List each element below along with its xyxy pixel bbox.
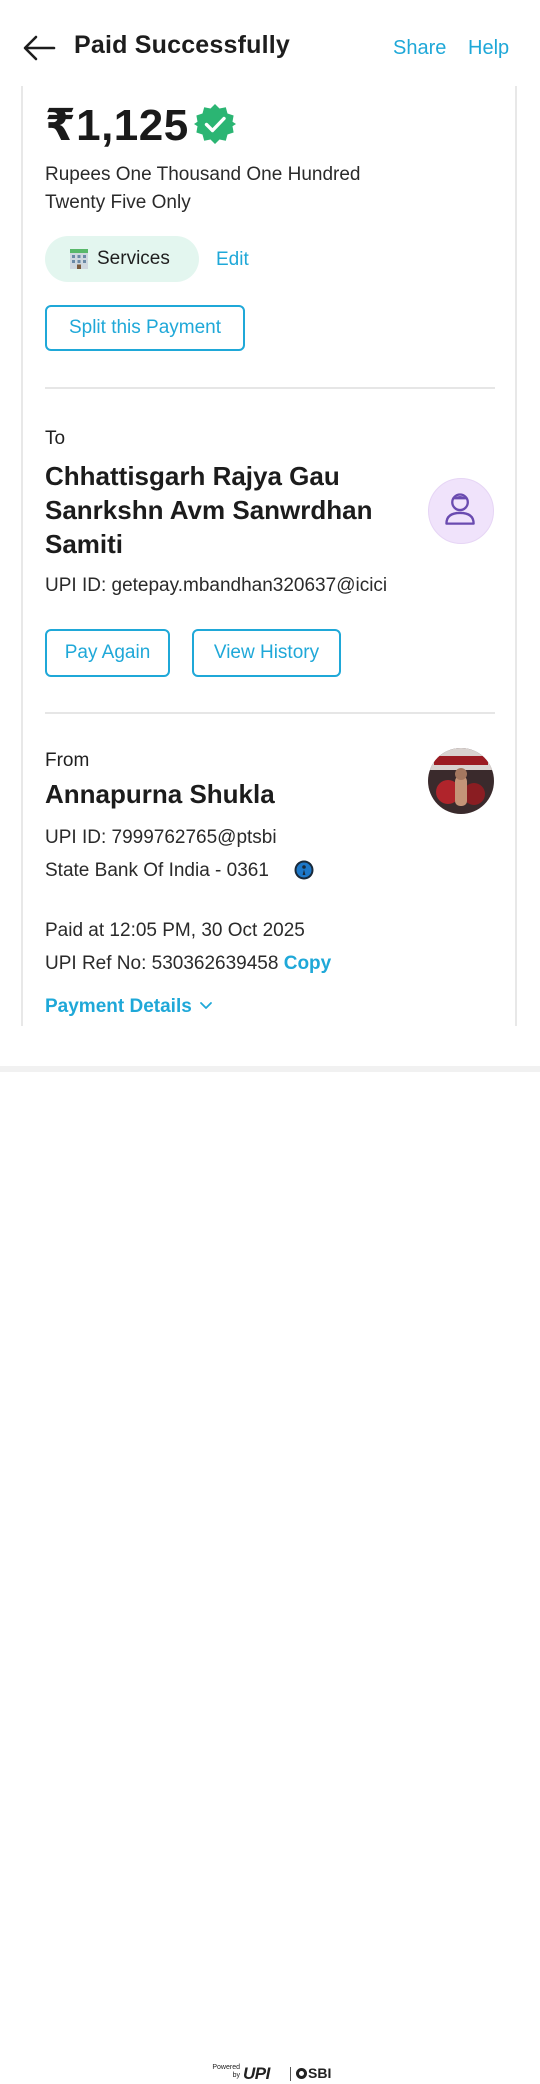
copy-ref-button[interactable]: Copy [284, 953, 332, 974]
chevron-down-icon[interactable] [198, 998, 214, 1014]
sbi-logo: SBI [296, 2065, 331, 2081]
upi-logo: UPI [243, 2064, 270, 2083]
help-button[interactable]: Help [468, 37, 509, 60]
upi-ref-number: UPI Ref No: 530362639458 [45, 953, 279, 974]
sender-upi-id: UPI ID: 7999762765@ptsbi [45, 827, 277, 848]
verified-badge-icon [194, 104, 236, 144]
page-title: Paid Successfully [74, 31, 290, 59]
sbi-mark-icon [296, 2068, 307, 2079]
info-icon[interactable] [294, 860, 314, 880]
view-history-button[interactable]: View History [192, 629, 341, 677]
recipient-avatar [428, 478, 494, 544]
user-avatar-icon [445, 493, 475, 525]
share-button[interactable]: Share [393, 37, 446, 60]
powered-by-text: Powered by [212, 2064, 240, 2079]
sender-avatar [428, 748, 494, 814]
category-chip[interactable]: Services [45, 236, 199, 282]
top-app-bar: Paid Successfully Share Help [0, 0, 540, 92]
bottom-edge [0, 1066, 540, 1072]
divider [45, 387, 495, 389]
sender-bank-account: State Bank Of India - 0361 [45, 860, 269, 881]
recipient-upi-id: UPI ID: getepay.mbandhan320637@icici [45, 575, 388, 596]
from-heading: From [45, 750, 90, 771]
paid-at-timestamp: Paid at 12:05 PM, 30 Oct 2025 [45, 920, 305, 941]
to-heading: To [45, 428, 66, 449]
bank-building-icon [70, 249, 88, 269]
upi-ref-row: UPI Ref No: 530362639458 Copy [45, 953, 331, 975]
payment-amount: ₹1,125 [45, 101, 189, 150]
sender-photo [428, 748, 494, 814]
edit-category-link[interactable]: Edit [216, 249, 249, 271]
payment-details-toggle[interactable]: Payment Details [45, 996, 192, 1018]
sender-name: Annapurna Shukla [45, 779, 275, 809]
logo-separator [290, 2067, 291, 2081]
divider [45, 712, 495, 714]
amount-in-words: Rupees One Thousand One Hundred Twenty F… [45, 164, 361, 213]
pay-again-button[interactable]: Pay Again [45, 629, 170, 677]
category-label: Services [97, 248, 170, 269]
split-payment-button[interactable]: Split this Payment [45, 305, 245, 351]
recipient-name: Chhattisgarh Rajya Gau Sanrkshn Avm Sanw… [45, 461, 373, 559]
back-arrow-icon[interactable] [22, 34, 56, 62]
sbi-logo-text: SBI [308, 2065, 332, 2081]
